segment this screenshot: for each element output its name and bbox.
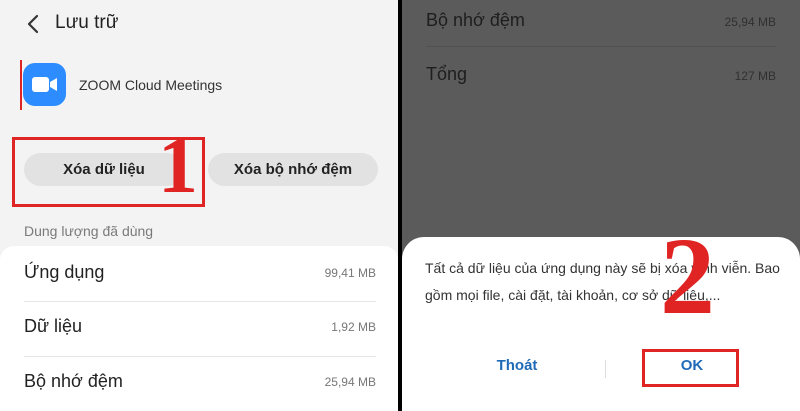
- list-item: Ứng dụng 99,41 MB: [24, 248, 376, 302]
- list-item: Tổng 127 MB: [426, 58, 776, 98]
- row-label: Tổng: [426, 64, 468, 84]
- list-item: Bộ nhớ đệm 25,94 MB: [24, 357, 376, 411]
- annotation-step-number: 2: [660, 215, 715, 337]
- row-value: 1,92 MB: [331, 320, 376, 334]
- row-value: 99,41 MB: [324, 266, 376, 280]
- confirm-clear-screen: Bộ nhớ đệm 25,94 MB Tổng 127 MB Tất cả d…: [402, 0, 800, 411]
- row-value: 127 MB: [734, 69, 776, 83]
- row-value: 25,94 MB: [724, 15, 776, 29]
- cursor-mark: [20, 60, 22, 110]
- zoom-camera-icon: [23, 63, 66, 106]
- app-info: ZOOM Cloud Meetings: [0, 56, 398, 118]
- row-label: Bộ nhớ đệm: [426, 10, 525, 30]
- row-label: Dữ liệu: [24, 316, 83, 336]
- app-name: ZOOM Cloud Meetings: [79, 77, 223, 93]
- section-label: Dung lượng đã dùng: [24, 223, 154, 239]
- cancel-button[interactable]: Thoát: [472, 357, 562, 374]
- dialog-message: Tất cả dữ liệu của ứng dụng này sẽ bị xó…: [425, 260, 780, 303]
- annotation-step-number: 1: [158, 122, 198, 210]
- list-item: Bộ nhớ đệm 25,94 MB: [426, 4, 776, 44]
- storage-usage-card: Ứng dụng 99,41 MB Dữ liệu 1,92 MB Bộ nhớ…: [0, 246, 398, 411]
- storage-screen: Lưu trữ ZOOM Cloud Meetings Xóa dữ liệu …: [0, 0, 398, 411]
- row-value: 25,94 MB: [324, 375, 376, 389]
- button-divider: [605, 360, 606, 378]
- clear-cache-button[interactable]: Xóa bộ nhớ đệm: [208, 153, 378, 186]
- row-label: Bộ nhớ đệm: [24, 371, 123, 391]
- row-label: Ứng dụng: [24, 262, 105, 282]
- arrow-left-icon[interactable]: [24, 12, 44, 36]
- list-item: Dữ liệu 1,92 MB: [24, 302, 376, 356]
- annotation-highlight-box: [642, 349, 739, 387]
- page-title: Lưu trữ: [55, 12, 119, 33]
- divider: [426, 46, 776, 47]
- confirm-dialog: Tất cả dữ liệu của ứng dụng này sẽ bị xó…: [402, 237, 800, 411]
- app-bar: Lưu trữ: [0, 0, 398, 48]
